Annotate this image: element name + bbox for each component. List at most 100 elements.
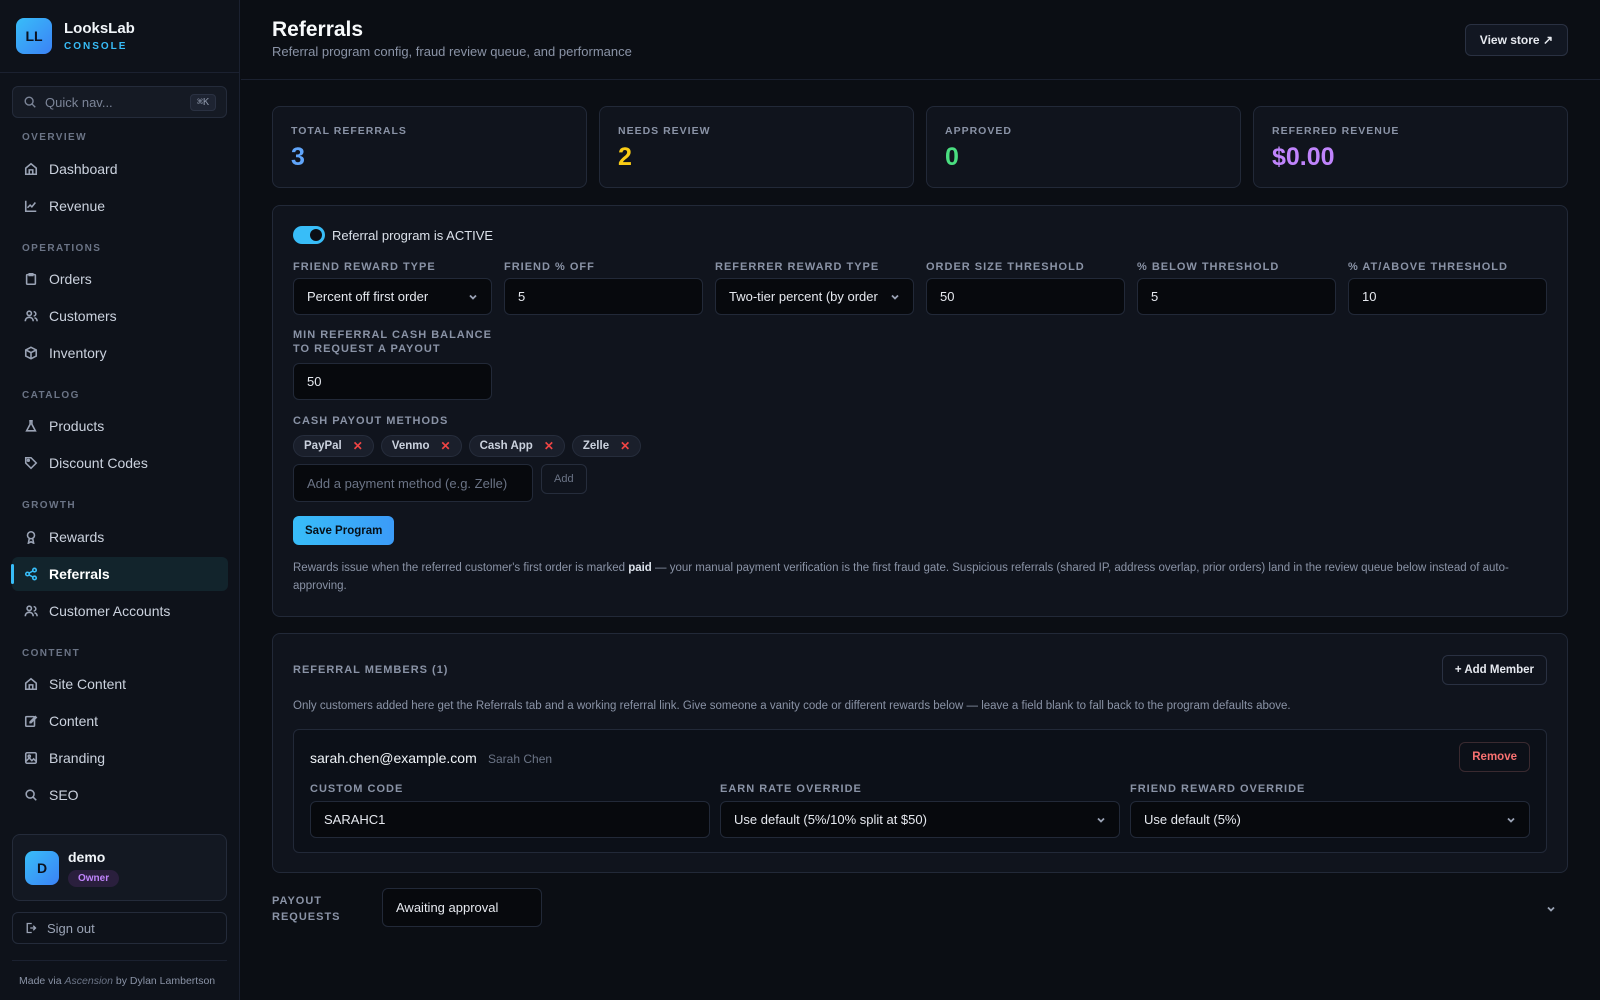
- nav-section-growth: GROWTH: [22, 500, 76, 511]
- nav-section-operations: OPERATIONS: [22, 243, 102, 254]
- sidebar-item-inventory[interactable]: Inventory: [12, 336, 228, 370]
- sidebar-item-content[interactable]: Content: [12, 704, 228, 738]
- users-icon: [24, 310, 38, 322]
- chevron-down-icon: [469, 294, 477, 300]
- add-member-button[interactable]: + Add Member: [1441, 655, 1547, 685]
- sidebar-item-referrals[interactable]: Referrals: [11, 557, 228, 591]
- sidebar-item-label: Inventory: [49, 345, 107, 361]
- brand[interactable]: LL LooksLab CONSOLE: [0, 0, 239, 73]
- save-program-button[interactable]: Save Program: [293, 516, 395, 545]
- home-icon: [24, 677, 38, 691]
- chevron-down-icon[interactable]: [1546, 904, 1556, 914]
- remove-icon[interactable]: ✕: [441, 439, 451, 453]
- sidebar-item-label: Revenue: [49, 198, 106, 214]
- referrer-reward-type-select[interactable]: Two-tier percent (by order: [715, 278, 914, 315]
- sidebar-item-orders[interactable]: Orders: [12, 262, 228, 296]
- payout-requests-label: PAYOUT REQUESTS: [272, 895, 341, 923]
- remove-member-button[interactable]: Remove: [1459, 742, 1530, 772]
- earn-rate-override-select[interactable]: Use default (5%/10% split at $50): [720, 801, 1120, 838]
- field-label: FRIEND REWARD OVERRIDE: [1130, 783, 1306, 795]
- add-payment-method-button[interactable]: Add: [541, 464, 587, 494]
- sidebar-item-label: Referrals: [49, 566, 110, 582]
- page-subtitle: Referral program config, fraud review qu…: [272, 44, 632, 59]
- sidebar-item-revenue[interactable]: Revenue: [12, 189, 228, 223]
- friend-reward-override-select[interactable]: Use default (5%): [1130, 801, 1530, 838]
- friend-pct-off-input[interactable]: 5: [504, 278, 703, 315]
- sidebar-item-customer-accounts[interactable]: Customer Accounts: [12, 594, 228, 628]
- field-label: CASH PAYOUT METHODS: [293, 415, 449, 427]
- custom-code-input[interactable]: SARAHC1: [310, 801, 710, 838]
- sidebar-item-rewards[interactable]: Rewards: [12, 520, 228, 554]
- field-label: % BELOW THRESHOLD: [1137, 261, 1280, 273]
- remove-icon[interactable]: ✕: [620, 439, 630, 453]
- sidebar: LL LooksLab CONSOLE Quick nav... ⌘K OVER…: [0, 0, 240, 1000]
- brand-name: LooksLab: [64, 20, 135, 37]
- sidebar-item-discount-codes[interactable]: Discount Codes: [12, 446, 228, 480]
- pct-below-threshold-input[interactable]: 5: [1137, 278, 1336, 315]
- remove-icon[interactable]: ✕: [544, 439, 554, 453]
- payout-method-chip: Venmo ✕: [380, 435, 462, 457]
- chevron-down-icon: [1507, 817, 1515, 823]
- stat-value: 3: [291, 143, 305, 171]
- stat-value: $0.00: [1272, 143, 1335, 171]
- payout-status-filter[interactable]: Awaiting approval: [382, 888, 542, 927]
- field-label: MIN REFERRAL CASH BALANCE TO REQUEST A P…: [293, 329, 492, 355]
- sign-out-icon: [26, 922, 37, 934]
- stat-referred-revenue: REFERRED REVENUE $0.00: [1253, 106, 1568, 188]
- remove-icon[interactable]: ✕: [353, 439, 363, 453]
- tag-icon: [24, 456, 38, 470]
- pct-above-threshold-input[interactable]: 10: [1348, 278, 1547, 315]
- avatar: D: [25, 850, 59, 885]
- field-label: EARN RATE OVERRIDE: [720, 783, 862, 795]
- sidebar-item-dashboard[interactable]: Dashboard: [12, 152, 228, 186]
- role-badge: Owner: [68, 869, 120, 887]
- view-store-button[interactable]: View store ↗: [1464, 24, 1568, 56]
- stat-value: 0: [945, 143, 959, 171]
- sidebar-item-products[interactable]: Products: [12, 409, 228, 443]
- sidebar-item-label: Content: [49, 713, 99, 729]
- divider: [12, 960, 227, 961]
- page-title: Referrals: [272, 18, 364, 41]
- quick-nav-search[interactable]: Quick nav... ⌘K: [12, 86, 227, 118]
- member-row: sarah.chen@example.com Sarah Chen Remove…: [293, 729, 1547, 853]
- payout-method-chip: PayPal ✕: [293, 435, 374, 457]
- nav-section-content: CONTENT: [22, 648, 81, 659]
- chevron-down-icon: [1097, 817, 1105, 823]
- sidebar-item-customers[interactable]: Customers: [12, 299, 228, 333]
- user-card[interactable]: D demo Owner: [12, 834, 227, 901]
- image-icon: [24, 751, 38, 765]
- share-icon: [24, 567, 38, 581]
- program-config-card: Referral program is ACTIVE FRIEND REWARD…: [272, 205, 1568, 617]
- sign-out-button[interactable]: Sign out: [12, 912, 227, 944]
- add-payment-method-input[interactable]: [293, 464, 533, 502]
- chevron-down-icon: [891, 294, 899, 300]
- min-payout-balance-input[interactable]: 50: [293, 363, 492, 400]
- sidebar-item-seo[interactable]: SEO: [12, 778, 228, 812]
- made-via-tool[interactable]: Ascension: [65, 975, 113, 987]
- brand-logo: LL: [16, 18, 52, 54]
- member-name: Sarah Chen: [488, 752, 553, 766]
- sidebar-item-label: Orders: [49, 271, 92, 287]
- payout-method-chip: Cash App ✕: [468, 435, 565, 457]
- friend-reward-type-select[interactable]: Percent off first order: [293, 278, 492, 315]
- sidebar-item-site-content[interactable]: Site Content: [12, 667, 228, 701]
- payout-method-chip: Zelle ✕: [571, 435, 642, 457]
- search-icon: [24, 96, 36, 108]
- home-icon: [24, 162, 38, 176]
- toggle-label: Referral program is ACTIVE: [332, 227, 494, 243]
- program-active-toggle[interactable]: [293, 226, 325, 244]
- sidebar-item-label: Products: [49, 418, 105, 434]
- sidebar-item-label: Customer Accounts: [49, 603, 171, 619]
- quick-nav-placeholder: Quick nav...: [45, 94, 113, 110]
- stat-total-referrals: TOTAL REFERRALS 3: [272, 106, 587, 188]
- brand-subtitle: CONSOLE: [64, 41, 128, 52]
- stat-approved: APPROVED 0: [926, 106, 1241, 188]
- sidebar-item-branding[interactable]: Branding: [12, 741, 228, 775]
- order-size-threshold-input[interactable]: 50: [926, 278, 1125, 315]
- section-title: REFERRAL MEMBERS (1): [293, 664, 449, 676]
- made-via-footer: Made via Ascension by Dylan Lambertson: [19, 975, 216, 987]
- clipboard-icon: [25, 272, 37, 286]
- sidebar-item-label: Discount Codes: [49, 455, 148, 471]
- field-label: REFERRER REWARD TYPE: [715, 261, 880, 273]
- referral-members-card: REFERRAL MEMBERS (1) + Add Member Only c…: [272, 633, 1568, 873]
